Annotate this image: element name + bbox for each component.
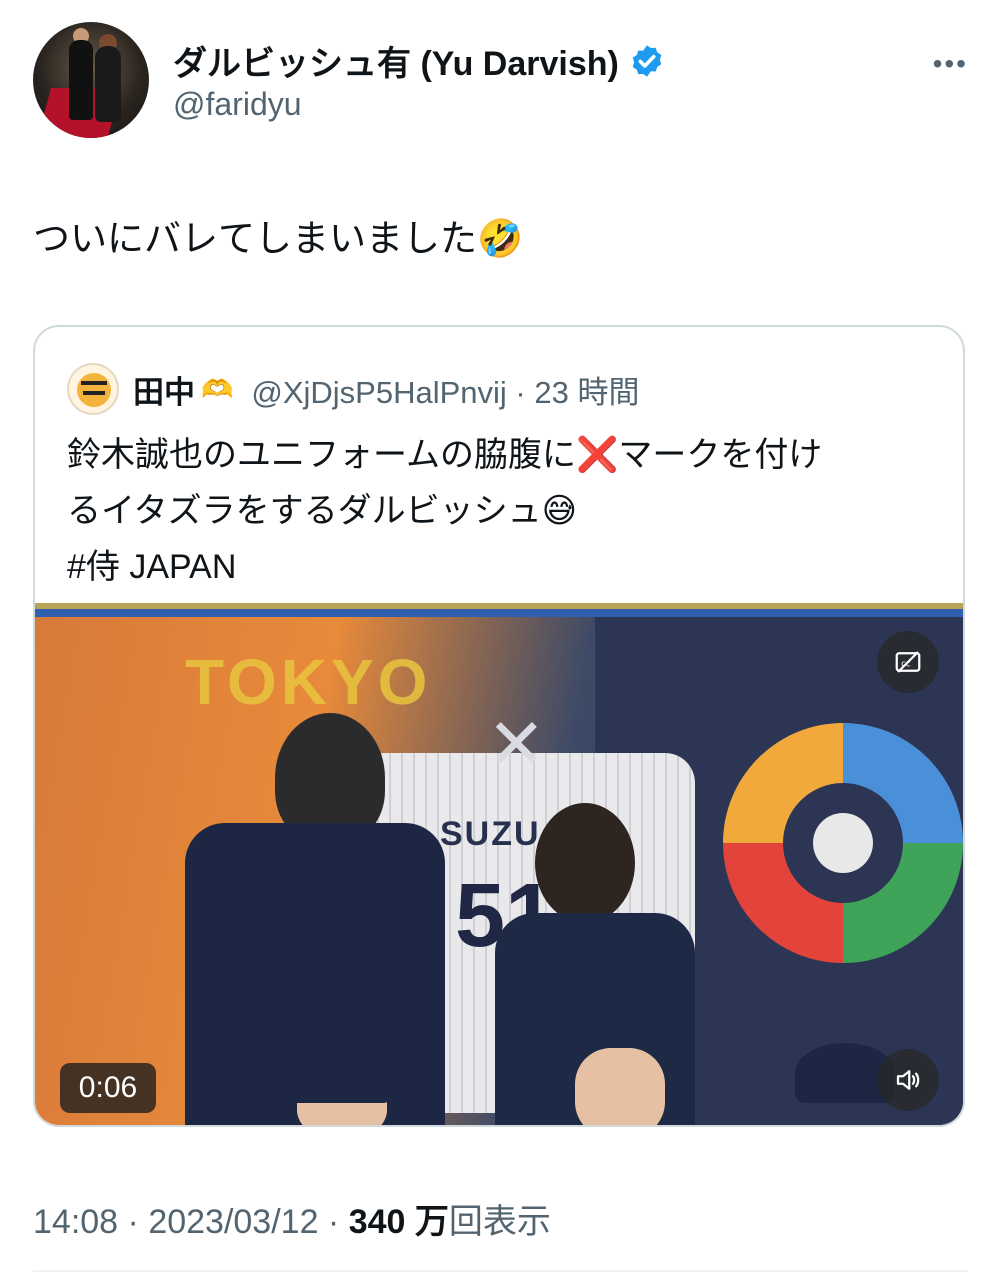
tweet-text: ついにバレてしまいました🤣 [33, 218, 524, 259]
meta-separator: · [118, 1203, 149, 1241]
author-avatar[interactable] [33, 22, 149, 138]
avatar-person-body [69, 40, 93, 120]
quoted-author-name[interactable]: 田中 [133, 367, 195, 412]
quoted-text-line: 鈴木誠也のユニフォームの脇腹に❌マークを付け [67, 436, 823, 474]
more-options-icon[interactable]: ••• [933, 48, 968, 80]
author-name-row[interactable]: ダルビッシュ有 (Yu Darvish) [173, 36, 665, 85]
tweet-date[interactable]: 2023/03/12 [148, 1203, 318, 1241]
captions-icon[interactable]: cc [877, 631, 939, 693]
tiger-avatar-face [77, 373, 111, 407]
quoted-text-line: るイタズラをするダルビッシュ😅 [67, 492, 578, 530]
tiger-stripe [83, 391, 105, 395]
divider [33, 1270, 968, 1272]
views-label: 回表示 [448, 1203, 551, 1241]
author-handle[interactable]: @faridyu [173, 86, 302, 123]
heart-hands-emoji: 🫶 [201, 373, 234, 404]
tokyo-backdrop-text: TOKYO [185, 646, 432, 718]
quoted-author-handle-time: @XjDjsP5HalPnvij · 23 時間 [251, 374, 640, 410]
quoted-author-avatar[interactable] [67, 363, 119, 415]
quoted-text-hashtag[interactable]: #侍 JAPAN [67, 539, 927, 595]
speaker-icon [896, 1070, 920, 1090]
views-count: 340 万 [348, 1203, 449, 1241]
author-display-name[interactable]: ダルビッシュ有 (Yu Darvish) [173, 36, 619, 85]
foreground-cap [283, 1033, 393, 1103]
tiger-stripe [81, 381, 107, 385]
staff-head [535, 803, 635, 923]
foreground-face [575, 1048, 665, 1125]
tweet-meta: 14:08 · 2023/03/12 · 340 万回表示 [33, 1194, 551, 1243]
stadium-banner-text-strip [35, 603, 963, 609]
volume-icon[interactable] [877, 1049, 939, 1111]
tweet-time[interactable]: 14:08 [33, 1203, 118, 1241]
quoted-tweet-text: 鈴木誠也のユニフォームの脇腹に❌マークを付け るイタズラをするダルビッシュ😅 #… [67, 427, 927, 595]
video-player[interactable]: TOKYO ✕ SUZU 51 cc [35, 603, 963, 1125]
video-duration: 0:06 [60, 1063, 156, 1113]
quoted-tweet-header: 田中 🫶 @XjDjsP5HalPnvij · 23 時間 [67, 363, 639, 415]
avatar-person-body [95, 46, 121, 122]
quoted-tweet-card[interactable]: 田中 🫶 @XjDjsP5HalPnvij · 23 時間 鈴木誠也のユニフォー… [33, 325, 965, 1127]
captions-off-icon: cc [895, 651, 921, 673]
tweet-header: ダルビッシュ有 (Yu Darvish) @faridyu ••• [33, 22, 968, 142]
wbc-logo-dot [813, 813, 873, 873]
meta-separator: · [318, 1203, 349, 1241]
tape-x-mark: ✕ [487, 705, 546, 783]
verified-badge-icon [632, 44, 662, 77]
